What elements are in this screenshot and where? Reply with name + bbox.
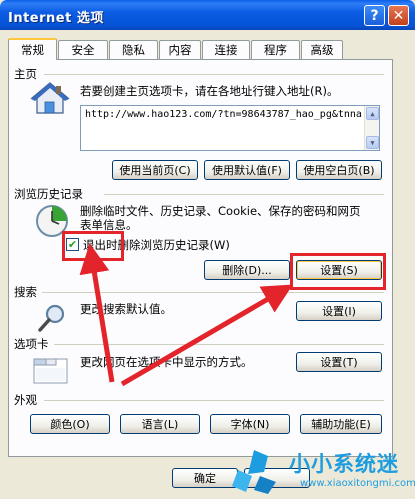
arrow-to-settings-icon (120, 284, 293, 387)
arrow-to-checkbox-icon (79, 243, 115, 383)
internet-options-dialog: Internet 选项 ? ✕ 常规 安全 隐私 内容 连接 程序 高级 主页 … (0, 0, 415, 499)
watermark-logo-icon (232, 450, 276, 494)
annotation-arrows (79, 243, 293, 387)
watermark-text: 小小系统迷 (289, 452, 399, 476)
tab-general[interactable]: 常规 (8, 38, 57, 60)
watermark-url: www.xiaoxitongmi.com (300, 478, 415, 489)
